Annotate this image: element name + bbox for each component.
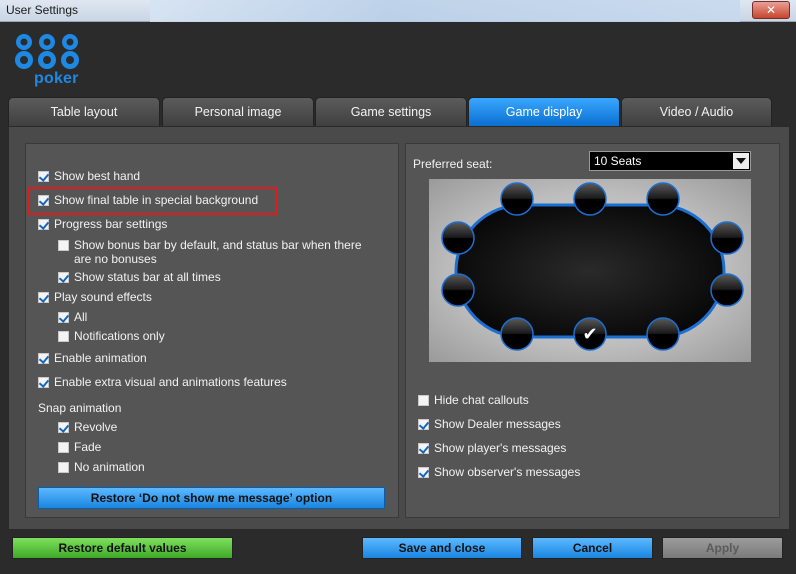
status-bar-checkbox[interactable] (58, 272, 69, 283)
enable-animation-label: Enable animation (54, 351, 147, 365)
show-best-hand-checkbox[interactable] (38, 171, 49, 182)
player-messages-row[interactable]: Show player's messages (418, 441, 566, 456)
bonus-bar-label-line2: are no bonuses (74, 252, 157, 266)
restore-defaults-button[interactable]: Restore default values (12, 537, 233, 559)
hide-chat-label: Hide chat callouts (434, 393, 529, 407)
seat-9 (441, 273, 475, 307)
hide-chat-row[interactable]: Hide chat callouts (418, 393, 529, 408)
extra-visual-row[interactable]: Enable extra visual and animations featu… (38, 375, 287, 390)
apply-button[interactable]: Apply (662, 537, 783, 559)
seat-8 (500, 317, 534, 351)
player-messages-label: Show player's messages (434, 441, 567, 455)
bonus-bar-checkbox[interactable] (58, 240, 69, 251)
tab-personal-image[interactable]: Personal image (162, 97, 314, 127)
sound-notifications-checkbox[interactable] (58, 331, 69, 342)
seats-dropdown[interactable]: 10 Seats (589, 151, 751, 171)
no-animation-checkbox[interactable] (58, 462, 69, 473)
bonus-bar-row[interactable]: Show bonus bar by default, and status ba… (58, 238, 362, 266)
poker-table-felt (454, 203, 726, 339)
sound-all-label: All (74, 310, 88, 324)
progress-bar-row[interactable]: Progress bar settings (38, 217, 167, 232)
fade-row[interactable]: Fade (58, 440, 101, 455)
logo-888poker: poker (12, 32, 82, 90)
dealer-messages-label: Show Dealer messages (434, 417, 561, 431)
observer-messages-row[interactable]: Show observer's messages (418, 465, 580, 480)
restore-message-button[interactable]: Restore ‘Do not show me message’ option (38, 487, 385, 509)
seat-2 (573, 182, 607, 216)
bonus-bar-label: Show bonus bar by default, and status ba… (74, 238, 362, 266)
seat-4 (710, 221, 744, 255)
banner-ad (150, 0, 740, 22)
play-sound-label: Play sound effects (54, 290, 152, 304)
revolve-checkbox[interactable] (58, 422, 69, 433)
cancel-button[interactable]: Cancel (532, 537, 653, 559)
hide-chat-checkbox[interactable] (418, 395, 429, 406)
dealer-messages-checkbox[interactable] (418, 419, 429, 430)
show-best-hand-label: Show best hand (54, 169, 141, 183)
chevron-down-icon[interactable] (733, 153, 749, 169)
progress-bar-checkbox[interactable] (38, 219, 49, 230)
show-final-table-row[interactable]: Show final table in special background (38, 193, 258, 208)
tab-game-settings[interactable]: Game settings (315, 97, 467, 127)
enable-animation-row[interactable]: Enable animation (38, 351, 147, 366)
show-final-table-checkbox[interactable] (38, 195, 49, 206)
close-button[interactable]: ✕ (752, 1, 790, 19)
game-display-panel: Show best hand Show final table in speci… (8, 126, 790, 530)
dealer-messages-row[interactable]: Show Dealer messages (418, 417, 561, 432)
enable-animation-checkbox[interactable] (38, 353, 49, 364)
selected-seat-check: ✔ (582, 324, 597, 345)
logo-word: poker (34, 70, 79, 87)
tab-table-layout[interactable]: Table layout (8, 97, 160, 127)
fade-label: Fade (74, 440, 102, 454)
revolve-row[interactable]: Revolve (58, 420, 117, 435)
tab-game-display[interactable]: Game display (468, 97, 620, 127)
status-bar-label: Show status bar at all times (74, 270, 221, 284)
no-animation-row[interactable]: No animation (58, 460, 145, 475)
revolve-label: Revolve (74, 420, 118, 434)
extra-visual-checkbox[interactable] (38, 377, 49, 388)
player-messages-checkbox[interactable] (418, 443, 429, 454)
no-animation-label: No animation (74, 460, 145, 474)
observer-messages-label: Show observer's messages (434, 465, 581, 479)
tab-video-audio[interactable]: Video / Audio (621, 97, 772, 127)
fade-checkbox[interactable] (58, 442, 69, 453)
seat-5 (710, 273, 744, 307)
play-sound-checkbox[interactable] (38, 292, 49, 303)
show-final-table-label: Show final table in special background (54, 193, 259, 207)
snap-animation-heading: Snap animation (38, 401, 122, 415)
bonus-bar-label-line1: Show bonus bar by default, and status ba… (74, 238, 362, 252)
sound-notifications-label: Notifications only (74, 329, 165, 343)
show-best-hand-row[interactable]: Show best hand (38, 169, 140, 184)
play-sound-row[interactable]: Play sound effects (38, 290, 152, 305)
extra-visual-label: Enable extra visual and animations featu… (54, 375, 287, 389)
progress-bar-label: Progress bar settings (54, 217, 168, 231)
sound-all-row[interactable]: All (58, 310, 87, 325)
seat-picker-table: ✔ (429, 179, 751, 362)
observer-messages-checkbox[interactable] (418, 467, 429, 478)
window-title: User Settings (6, 3, 79, 17)
title-bar: User Settings ✕ (0, 0, 796, 22)
save-close-button[interactable]: Save and close (362, 537, 522, 559)
seat-1 (500, 182, 534, 216)
sound-notifications-row[interactable]: Notifications only (58, 329, 165, 344)
status-bar-row[interactable]: Show status bar at all times (58, 270, 221, 285)
seat-10 (441, 221, 475, 255)
sound-all-checkbox[interactable] (58, 312, 69, 323)
seats-dropdown-value: 10 Seats (594, 154, 642, 168)
preferred-seat-label: Preferred seat: (413, 157, 493, 171)
seat-6 (646, 317, 680, 351)
seat-3 (646, 182, 680, 216)
